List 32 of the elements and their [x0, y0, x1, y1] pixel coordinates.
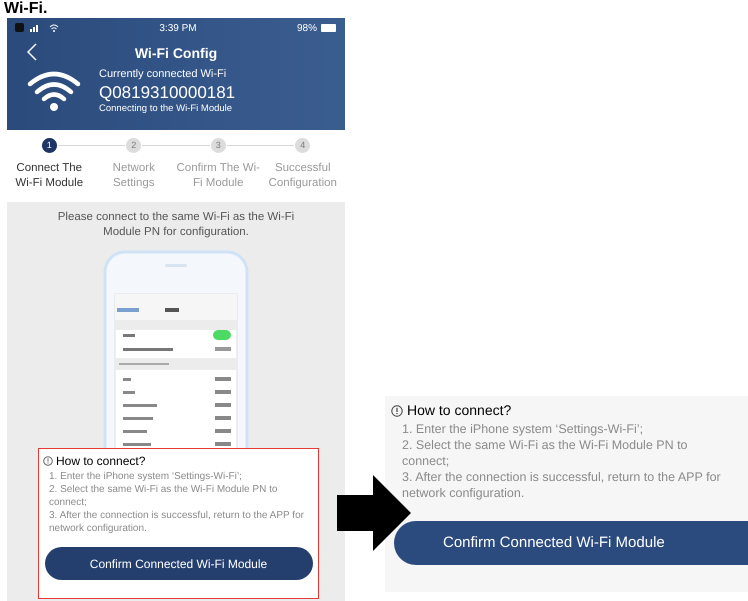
- info-icon: [391, 404, 403, 416]
- help-title: How to connect?: [56, 453, 146, 470]
- help-title: How to connect?: [407, 401, 512, 420]
- help-step: 2. Select the same Wi-Fi as the Wi-Fi Module PN to connect;: [402, 437, 736, 469]
- help-step: 1. Enter the iPhone system ‘Settings-Wi-Fi’;: [402, 421, 736, 437]
- status-time: 3:39 PM: [159, 22, 197, 36]
- step-label: Successful Configuration: [268, 161, 338, 191]
- back-icon[interactable]: [27, 43, 37, 61]
- help-step: 3. After the connection is successful, return to the APP for network configuration.: [49, 509, 314, 535]
- step-number: 4: [295, 138, 310, 153]
- info-icon: [43, 456, 53, 466]
- confirm-button[interactable]: Confirm Connected Wi-Fi Module: [44, 547, 312, 580]
- battery-level: 98%: [296, 22, 317, 36]
- instruction-text: Please connect to the same Wi-Fi as the Wi-Fi Module PN for configuration.: [56, 210, 296, 240]
- wifi-icon: [49, 24, 59, 32]
- wifi-icon: [27, 70, 81, 112]
- page-heading: Wi-Fi.: [4, 0, 48, 17]
- step-label: Connect The Wi-Fi Module: [14, 161, 84, 191]
- help-step: 3. After the connection is successful, return to the APP for network configuration.: [402, 469, 736, 501]
- connection-status: Connecting to the Wi-Fi Module: [99, 103, 234, 115]
- help-step: 2. Select the same Wi-Fi as the Wi-Fi Module PN to connect;: [49, 483, 314, 509]
- connection-caption: Currently connected Wi-Fi: [99, 68, 228, 82]
- step-number: 2: [126, 138, 142, 153]
- help-step: 1. Enter the iPhone system ‘Settings-Wi-Fi’;: [49, 470, 314, 483]
- step-label: Confirm The Wi-Fi Module: [176, 161, 260, 191]
- step-number: 3: [210, 138, 226, 153]
- step-label: Network Settings: [112, 161, 156, 191]
- confirm-button[interactable]: Confirm Connected Wi-Fi Module: [394, 521, 748, 565]
- wifi-network-name: Q0819310000181: [99, 82, 236, 103]
- screen-title: Wi-Fi Config: [134, 44, 218, 63]
- battery-icon: [320, 24, 337, 32]
- step-number: 1: [42, 138, 57, 153]
